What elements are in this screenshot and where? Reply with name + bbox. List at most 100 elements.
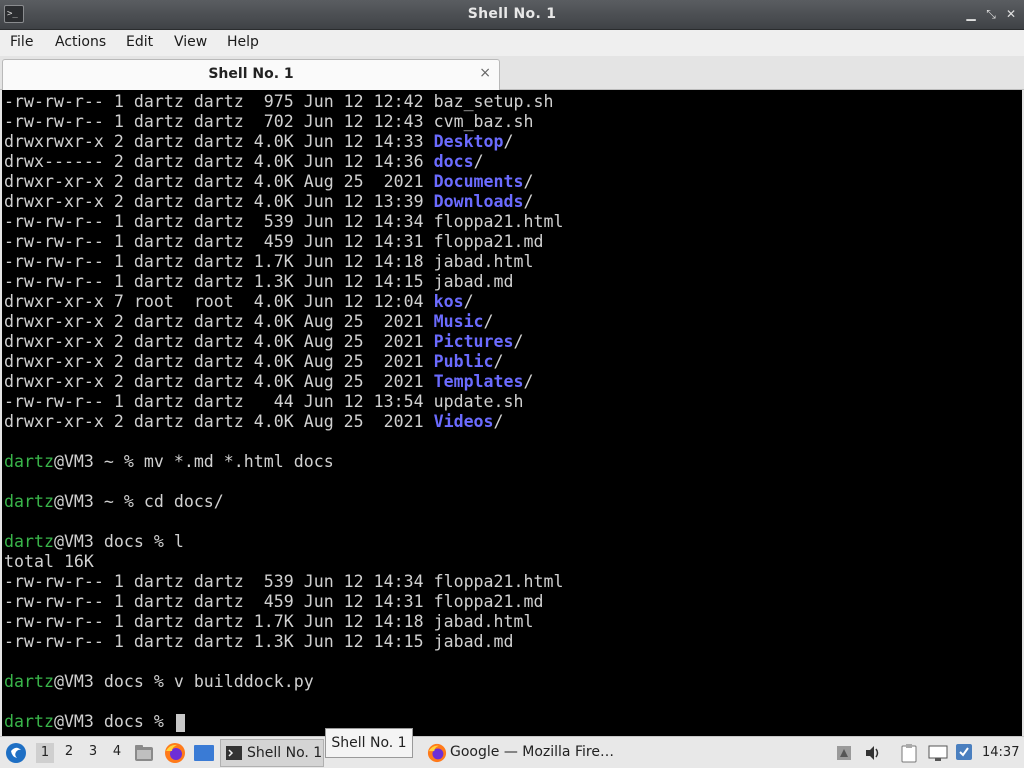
terminal-line: dartz@VM3 docs %: [4, 712, 185, 732]
terminal-line: -rw-rw-r-- 1 dartz dartz 539 Jun 12 14:3…: [4, 212, 563, 232]
terminal-line: drwxr-xr-x 7 root root 4.0K Jun 12 12:04…: [4, 292, 474, 311]
terminal-output[interactable]: -rw-rw-r-- 1 dartz dartz 975 Jun 12 12:4…: [0, 90, 1024, 736]
prompt-user: dartz: [4, 452, 54, 471]
file-info: drwxr-xr-x 2 dartz dartz 4.0K Aug 25 202…: [4, 372, 434, 391]
file-info: -rw-rw-r-- 1 dartz dartz 539 Jun 12 14:3…: [4, 212, 434, 231]
directory-name: Music: [433, 312, 484, 331]
terminal-line: -rw-rw-r-- 1 dartz dartz 459 Jun 12 14:3…: [4, 232, 544, 252]
file-info: -rw-rw-r-- 1 dartz dartz 1.3K Jun 12 14:…: [4, 272, 434, 291]
terminal-line: drwxr-xr-x 2 dartz dartz 4.0K Aug 25 202…: [4, 372, 534, 391]
menu-bar: File Actions Edit View Help: [0, 30, 1024, 56]
terminal-line: drwxr-xr-x 2 dartz dartz 4.0K Aug 25 202…: [4, 332, 524, 351]
update-icon[interactable]: [955, 743, 973, 761]
file-info: -rw-rw-r-- 1 dartz dartz 1.3K Jun 12 14:…: [4, 632, 434, 651]
file-info: -rw-rw-r-- 1 dartz dartz 1.7K Jun 12 14:…: [4, 612, 434, 631]
file-info: -rw-rw-r-- 1 dartz dartz 459 Jun 12 14:3…: [4, 232, 434, 251]
prompt-user: dartz: [4, 532, 54, 551]
clock[interactable]: 14:37: [982, 745, 1019, 760]
terminal-icon: [226, 746, 242, 760]
task-shell-1[interactable]: Shell No. 1: [220, 739, 324, 767]
prompt-user: dartz: [4, 712, 54, 731]
task-label: Shell No. 1: [247, 745, 323, 761]
file-info: drwx------ 2 dartz dartz 4.0K Jun 12 14:…: [4, 152, 434, 171]
file-info: drwxr-xr-x 2 dartz dartz 4.0K Jun 12 13:…: [4, 192, 434, 211]
directory-name: Desktop: [433, 132, 504, 151]
file-info: -rw-rw-r-- 1 dartz dartz 1.7K Jun 12 14:…: [4, 252, 434, 271]
file-info: -rw-rw-r-- 1 dartz dartz 539 Jun 12 14:3…: [4, 572, 434, 591]
tab-bar: Shell No. 1 ×: [0, 56, 1024, 90]
file-name: jabad.html: [433, 252, 534, 271]
task-label: Google — Mozilla Fire…: [450, 744, 614, 760]
terminal-line: drwxrwxr-x 2 dartz dartz 4.0K Jun 12 14:…: [4, 132, 514, 151]
terminal-line: -rw-rw-r-- 1 dartz dartz 1.7K Jun 12 14:…: [4, 612, 534, 632]
prompt-command: @VM3 docs % v builddock.py: [53, 672, 314, 691]
terminal-line: total 16K: [4, 552, 94, 572]
prompt-user: dartz: [4, 492, 54, 511]
menu-actions[interactable]: Actions: [55, 34, 106, 50]
desktop-icon[interactable]: [193, 743, 215, 763]
terminal-line: dartz@VM3 ~ % cd docs/: [4, 492, 224, 512]
file-info: drwxr-xr-x 2 dartz dartz 4.0K Aug 25 202…: [4, 352, 434, 371]
file-info: drwxr-xr-x 2 dartz dartz 4.0K Aug 25 202…: [4, 412, 434, 431]
file-name: floppa21.html: [433, 212, 564, 231]
window-title: Shell No. 1: [467, 6, 557, 22]
file-info: drwxr-xr-x 7 root root 4.0K Jun 12 12:04: [4, 292, 434, 311]
start-menu-icon[interactable]: [5, 742, 27, 764]
restore-button[interactable]: ⤡: [982, 5, 1000, 23]
prompt-command: @VM3 ~ % mv *.md *.html docs: [53, 452, 334, 471]
terminal-line: dartz@VM3 docs % v builddock.py: [4, 672, 314, 692]
tab-label: Shell No. 1: [208, 66, 294, 82]
menu-help[interactable]: Help: [227, 34, 259, 50]
terminal-line: -rw-rw-r-- 1 dartz dartz 975 Jun 12 12:4…: [4, 92, 553, 112]
terminal-line: dartz@VM3 docs % l: [4, 532, 184, 552]
file-info: drwxr-xr-x 2 dartz dartz 4.0K Aug 25 202…: [4, 172, 434, 191]
menu-view[interactable]: View: [174, 34, 207, 50]
file-name: baz_setup.sh: [433, 92, 554, 111]
file-info: -rw-rw-r-- 1 dartz dartz 44 Jun 12 13:54: [4, 392, 434, 411]
terminal-line: -rw-rw-r-- 1 dartz dartz 1.3K Jun 12 14:…: [4, 272, 514, 292]
notification-icon[interactable]: [836, 745, 852, 761]
file-name: jabad.html: [433, 612, 534, 631]
prompt-user: dartz: [4, 672, 54, 691]
directory-name: Templates: [433, 372, 524, 391]
output-text: total 16K: [4, 552, 94, 571]
title-bar: >_ Shell No. 1 ▁ ⤡ ✕: [0, 0, 1024, 30]
workspace-3[interactable]: 3: [84, 744, 102, 759]
terminal-line: drwxr-xr-x 2 dartz dartz 4.0K Aug 25 202…: [4, 172, 534, 191]
file-name: jabad.md: [433, 272, 514, 291]
file-manager-icon[interactable]: [134, 743, 154, 763]
close-button[interactable]: ✕: [1002, 5, 1020, 23]
file-info: drwxrwxr-x 2 dartz dartz 4.0K Jun 12 14:…: [4, 132, 434, 151]
terminal-line: drwxr-xr-x 2 dartz dartz 4.0K Aug 25 202…: [4, 352, 504, 371]
clipboard-icon[interactable]: [900, 743, 918, 763]
file-name: floppa21.md: [433, 592, 544, 611]
terminal-line: -rw-rw-r-- 1 dartz dartz 539 Jun 12 14:3…: [4, 572, 563, 592]
workspace-4[interactable]: 4: [108, 744, 126, 759]
firefox-icon[interactable]: [164, 742, 186, 764]
prompt-command: @VM3 docs % l: [53, 532, 184, 551]
terminal-line: drwx------ 2 dartz dartz 4.0K Jun 12 14:…: [4, 152, 484, 171]
file-info: -rw-rw-r-- 1 dartz dartz 975 Jun 12 12:4…: [4, 92, 434, 111]
tab-close-icon[interactable]: ×: [479, 65, 491, 81]
volume-icon[interactable]: [864, 744, 882, 762]
tooltip: Shell No. 1: [325, 728, 413, 758]
prompt-command: @VM3 docs %: [53, 712, 174, 731]
terminal-line: -rw-rw-r-- 1 dartz dartz 702 Jun 12 12:4…: [4, 112, 534, 132]
file-name: floppa21.html: [433, 572, 564, 591]
directory-name: Public: [433, 352, 494, 371]
network-icon[interactable]: [928, 744, 948, 762]
directory-name: Downloads: [433, 192, 524, 211]
workspace-1[interactable]: 1: [36, 743, 54, 763]
directory-name: kos: [433, 292, 464, 311]
file-info: drwxr-xr-x 2 dartz dartz 4.0K Aug 25 202…: [4, 312, 434, 331]
terminal-line: -rw-rw-r-- 1 dartz dartz 1.7K Jun 12 14:…: [4, 252, 534, 272]
menu-file[interactable]: File: [10, 34, 33, 50]
minimize-button[interactable]: ▁: [962, 5, 980, 23]
tab-shell-1[interactable]: Shell No. 1 ×: [2, 59, 500, 90]
workspace-2[interactable]: 2: [60, 744, 78, 759]
task-firefox[interactable]: Google — Mozilla Fire…: [424, 739, 624, 767]
terminal-line: -rw-rw-r-- 1 dartz dartz 44 Jun 12 13:54…: [4, 392, 524, 412]
file-name: update.sh: [433, 392, 524, 411]
file-name: cvm_baz.sh: [433, 112, 534, 131]
menu-edit[interactable]: Edit: [126, 34, 153, 50]
